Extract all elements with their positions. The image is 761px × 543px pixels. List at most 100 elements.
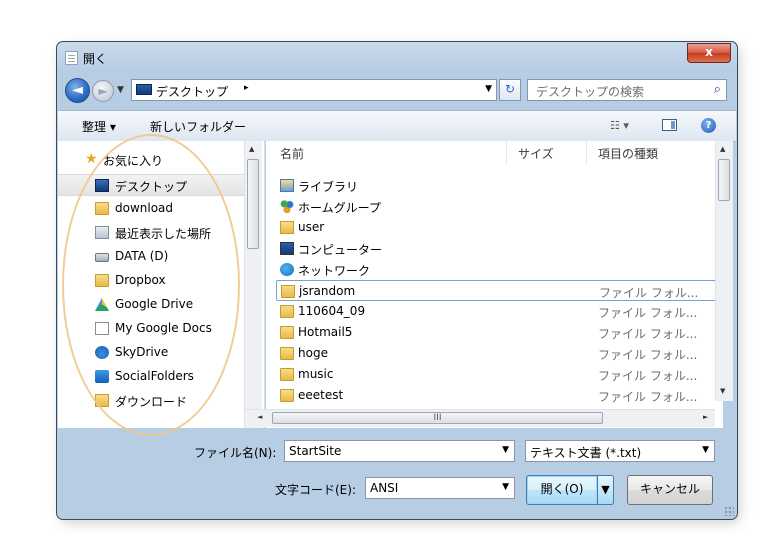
file-name: ライブラリ xyxy=(298,180,359,194)
change-view-icon[interactable]: ☷ ▾ xyxy=(610,119,629,132)
nav-item-download[interactable]: download xyxy=(58,198,245,220)
file-row[interactable]: hoge ファイル フォル... xyxy=(276,343,716,364)
chevron-down-icon[interactable]: ▼ xyxy=(702,445,709,455)
chevron-down-icon[interactable]: ▼ xyxy=(502,482,509,492)
file-row[interactable]: ネットワーク xyxy=(276,259,716,280)
filename-label: ファイル名(N): xyxy=(194,446,277,460)
navigation-pane: ★ お気に入り デスクトップ download 最近表示した場所 DATA (D… xyxy=(58,141,265,428)
nav-item-label: 最近表示した場所 xyxy=(115,227,212,241)
nav-item-label: DATA (D) xyxy=(115,249,169,263)
breadcrumb-separator[interactable]: ▸ xyxy=(244,83,249,93)
resize-grip-icon[interactable] xyxy=(724,506,734,516)
filetype-select[interactable]: テキスト文書 (*.txt) ▼ xyxy=(525,440,715,462)
file-name: music xyxy=(298,367,334,381)
filetype-value[interactable]: テキスト文書 (*.txt) xyxy=(530,444,641,461)
preview-pane-icon[interactable] xyxy=(662,119,677,131)
nav-item-label: SkyDrive xyxy=(115,345,169,359)
star-icon: ★ xyxy=(85,151,98,167)
nav-item-google-drive[interactable]: Google Drive xyxy=(58,294,245,316)
search-icon[interactable]: ⌕ xyxy=(714,82,721,97)
file-type: ファイル フォル... xyxy=(598,327,698,341)
column-header-name[interactable]: 名前 xyxy=(280,145,304,162)
organize-menu[interactable]: 整理 ▾ xyxy=(82,118,116,135)
filename-value[interactable]: StartSite xyxy=(289,444,341,458)
nav-item-recent-places[interactable]: 最近表示した場所 xyxy=(58,222,245,244)
scroll-down-icon[interactable]: ▼ xyxy=(720,387,725,395)
file-name: user xyxy=(298,220,325,234)
column-divider[interactable] xyxy=(586,141,587,165)
file-row[interactable]: コンピューター xyxy=(276,238,716,259)
socialfolders-icon xyxy=(95,370,109,383)
desktop-icon xyxy=(95,179,109,192)
folder-icon xyxy=(281,285,295,298)
refresh-button[interactable]: ↻ xyxy=(499,79,521,101)
downloads-icon xyxy=(95,394,109,407)
chevron-down-icon[interactable]: ▼ xyxy=(502,445,509,455)
nav-item-skydrive[interactable]: SkyDrive xyxy=(58,342,245,364)
nav-item-label: Google Drive xyxy=(115,297,194,311)
forward-button[interactable]: ► xyxy=(92,80,114,102)
file-row[interactable]: user xyxy=(276,217,716,238)
horizontal-scrollbar[interactable]: ◄ III ► xyxy=(245,409,715,427)
encoding-label: 文字コード(E): xyxy=(275,483,356,497)
nav-item-label: お気に入り xyxy=(103,154,164,168)
open-button[interactable]: 開く(O) xyxy=(526,475,598,505)
forward-arrow-icon: ► xyxy=(98,84,108,98)
column-header-type[interactable]: 項目の種類 xyxy=(598,145,658,162)
filename-input[interactable]: StartSite ▼ xyxy=(284,440,515,462)
file-list-scrollbar[interactable]: ▲ ▼ xyxy=(715,141,733,401)
scrollbar-thumb[interactable] xyxy=(247,159,259,249)
scroll-up-icon[interactable]: ▲ xyxy=(720,145,725,153)
scrollbar-thumb[interactable] xyxy=(718,159,730,201)
nav-item-downloads[interactable]: ダウンロード xyxy=(58,390,245,412)
file-name: コンピューター xyxy=(298,243,383,257)
address-dropdown-icon[interactable]: ▼ xyxy=(485,84,492,94)
file-type: ファイル フォル... xyxy=(598,348,698,362)
search-placeholder[interactable]: デスクトップの検索 xyxy=(536,83,644,100)
nav-item-dropbox[interactable]: Dropbox xyxy=(58,270,245,292)
homegroup-icon xyxy=(280,200,294,213)
folder-icon xyxy=(280,389,294,402)
close-button[interactable]: x xyxy=(687,43,731,63)
notepad-icon xyxy=(65,51,78,65)
address-location[interactable]: デスクトップ xyxy=(156,83,228,100)
new-folder-button[interactable]: 新しいフォルダー xyxy=(150,118,246,135)
file-name: ネットワーク xyxy=(298,264,371,278)
recent-pages-dropdown-icon[interactable]: ▼ xyxy=(117,85,124,95)
file-row[interactable]: Hotmail5 ファイル フォル... xyxy=(276,322,716,343)
file-row[interactable]: ホームグループ xyxy=(276,196,716,217)
scroll-right-icon[interactable]: ► xyxy=(703,413,708,421)
drive-icon xyxy=(95,253,109,262)
back-button[interactable]: ◄ xyxy=(65,78,90,103)
title-bar: 開く x xyxy=(57,42,737,72)
nav-item-favorites[interactable]: ★ お気に入り xyxy=(58,149,245,171)
scroll-up-icon[interactable]: ▲ xyxy=(249,145,254,153)
nav-item-socialfolders[interactable]: SocialFolders xyxy=(58,366,245,388)
nav-item-data-drive[interactable]: DATA (D) xyxy=(58,246,245,268)
scroll-left-icon[interactable]: ◄ xyxy=(257,413,262,421)
desktop-icon xyxy=(136,84,152,95)
file-row[interactable]: music ファイル フォル... xyxy=(276,364,716,385)
file-row[interactable]: eeetest ファイル フォル... xyxy=(276,385,716,406)
cancel-button[interactable]: キャンセル xyxy=(627,475,713,505)
encoding-value[interactable]: ANSI xyxy=(370,481,398,495)
window-title: 開く xyxy=(83,52,108,66)
file-name: eeetest xyxy=(298,388,344,402)
file-row[interactable]: ライブラリ xyxy=(276,175,716,196)
folder-icon xyxy=(280,326,294,339)
nav-item-my-google-docs[interactable]: My Google Docs xyxy=(58,318,245,340)
navigation-scrollbar[interactable]: ▲ ▼ xyxy=(244,141,262,428)
scrollbar-thumb[interactable]: III xyxy=(272,412,603,424)
file-row[interactable]: jsrandom ファイル フォル... xyxy=(276,280,716,301)
folder-icon xyxy=(280,305,294,318)
file-row[interactable]: 110604_09 ファイル フォル... xyxy=(276,301,716,322)
nav-item-desktop[interactable]: デスクトップ xyxy=(58,174,245,196)
column-divider[interactable] xyxy=(506,141,507,165)
encoding-select[interactable]: ANSI ▼ xyxy=(365,477,515,499)
nav-item-label: My Google Docs xyxy=(115,321,212,335)
column-header-size[interactable]: サイズ xyxy=(518,145,554,162)
help-icon[interactable]: ? xyxy=(701,118,716,133)
address-bar[interactable]: デスクトップ ▸ ▼ xyxy=(131,79,497,101)
open-options-dropdown-icon[interactable]: ▼ xyxy=(597,475,614,505)
search-box[interactable]: デスクトップの検索 ⌕ xyxy=(527,79,727,101)
